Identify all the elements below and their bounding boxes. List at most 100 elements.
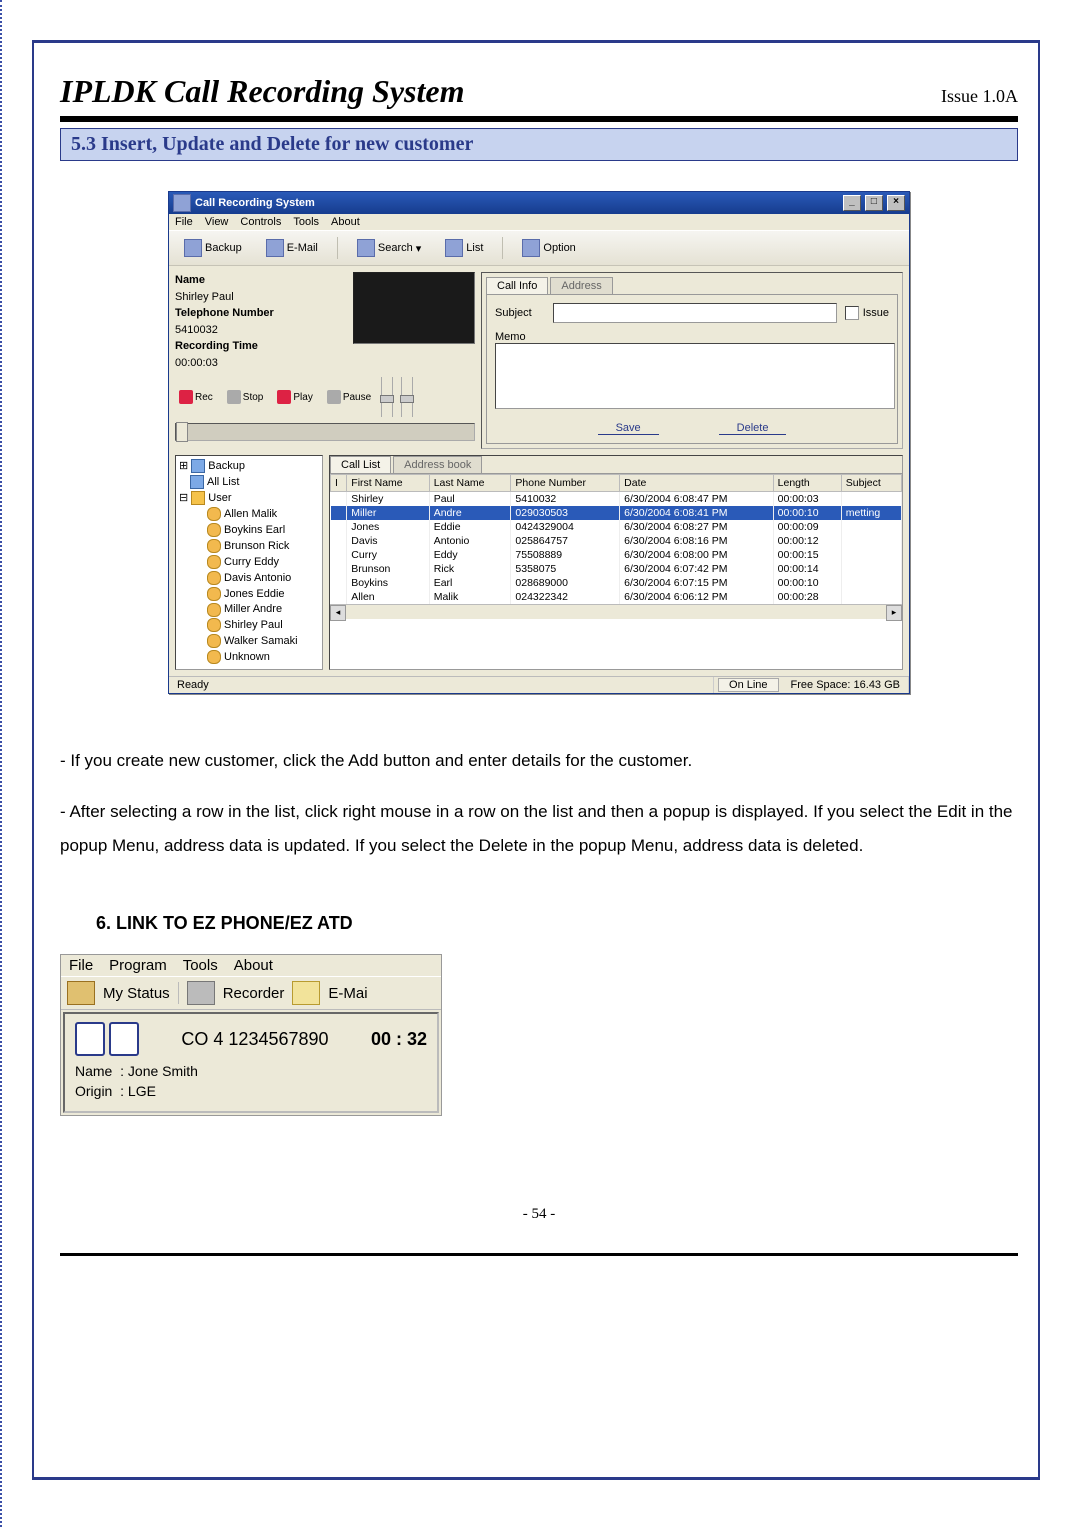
table-cell	[841, 562, 901, 576]
crs-window: Call Recording System _ □ × File View Co…	[168, 191, 910, 694]
col-indicator[interactable]: I	[331, 475, 347, 492]
tree-item[interactable]: Shirley Paul	[224, 619, 283, 631]
toolbar-email[interactable]: E-Mail	[257, 235, 327, 261]
close-button[interactable]: ×	[887, 195, 905, 211]
tree-item[interactable]: Unknown	[224, 651, 270, 663]
col-length[interactable]: Length	[773, 475, 841, 492]
table-cell: Davis	[347, 534, 429, 548]
tab-address-book[interactable]: Address book	[393, 456, 482, 473]
equalizer[interactable]	[381, 377, 413, 417]
table-cell	[331, 506, 347, 520]
subject-input[interactable]	[553, 303, 837, 323]
tree-item[interactable]: Davis Antonio	[224, 572, 291, 584]
tab-call-info[interactable]: Call Info	[486, 277, 548, 294]
call-panel: CO 4 1234567890 00 : 32 Name : Jone Smit…	[63, 1012, 439, 1113]
tree-user[interactable]: User	[208, 492, 231, 504]
rec-label: Rec	[195, 392, 213, 403]
toolbar-email[interactable]: E-Mai	[328, 985, 367, 1002]
col-phone[interactable]: Phone Number	[511, 475, 620, 492]
minimize-button[interactable]: _	[843, 195, 861, 211]
menu-program[interactable]: Program	[109, 957, 167, 974]
tree-item[interactable]: Jones Eddie	[224, 588, 285, 600]
body-paragraph-2: - After selecting a row in the list, cli…	[60, 795, 1018, 863]
list-icon	[445, 239, 463, 257]
table-cell	[331, 590, 347, 604]
table-cell: metting	[841, 506, 901, 520]
play-button[interactable]: Play	[273, 388, 316, 406]
col-first-name[interactable]: First Name	[347, 475, 429, 492]
tree-item[interactable]: Walker Samaki	[224, 635, 298, 647]
table-header-row: I First Name Last Name Phone Number Date…	[331, 475, 902, 492]
stop-button[interactable]: Stop	[223, 388, 268, 406]
player-rectime-value: 00:00:03	[175, 355, 347, 372]
col-date[interactable]: Date	[620, 475, 773, 492]
memo-input[interactable]	[495, 343, 895, 409]
table-row[interactable]: BoykinsEarl0286890006/30/2004 6:07:15 PM…	[331, 576, 902, 590]
table-row[interactable]: DavisAntonio0258647576/30/2004 6:08:16 P…	[331, 534, 902, 548]
table-cell: 00:00:15	[773, 548, 841, 562]
pause-button[interactable]: Pause	[323, 388, 375, 406]
tree-item[interactable]: Allen Malik	[224, 508, 277, 520]
horizontal-scrollbar[interactable]: ◂ ▸	[330, 604, 902, 619]
toolbar-list[interactable]: List	[436, 235, 492, 261]
search-icon	[357, 239, 375, 257]
scroll-right-icon[interactable]: ▸	[886, 605, 902, 621]
tree-item[interactable]: Miller Andre	[224, 603, 282, 615]
tree-backup[interactable]: Backup	[208, 460, 245, 472]
save-button[interactable]: Save	[598, 422, 659, 435]
menu-controls[interactable]: Controls	[240, 216, 281, 228]
menu-file[interactable]: File	[69, 957, 93, 974]
table-row[interactable]: MillerAndre0290305036/30/2004 6:08:41 PM…	[331, 506, 902, 520]
menu-file[interactable]: File	[175, 216, 193, 228]
tree-item[interactable]: Brunson Rick	[224, 540, 289, 552]
tree-item[interactable]: Curry Eddy	[224, 556, 279, 568]
toolbar-mystatus[interactable]: My Status	[103, 985, 170, 1002]
toolbar-separator	[337, 237, 338, 259]
player-seek-slider[interactable]	[175, 423, 475, 441]
table-cell: 6/30/2004 6:07:42 PM	[620, 562, 773, 576]
toolbar-backup[interactable]: Backup	[175, 235, 251, 261]
tree-all-list[interactable]: All List	[207, 476, 239, 488]
table-row[interactable]: BrunsonRick53580756/30/2004 6:07:42 PM00…	[331, 562, 902, 576]
col-subject[interactable]: Subject	[841, 475, 901, 492]
scroll-left-icon[interactable]: ◂	[330, 605, 346, 621]
menu-view[interactable]: View	[205, 216, 229, 228]
table-cell: 00:00:14	[773, 562, 841, 576]
table-cell	[331, 562, 347, 576]
menu-tools[interactable]: Tools	[293, 216, 319, 228]
tab-address[interactable]: Address	[550, 277, 612, 294]
toolbar-recorder[interactable]: Recorder	[223, 985, 285, 1002]
status-online[interactable]: On Line	[718, 678, 779, 692]
person-icon	[207, 571, 221, 585]
call-list-table: I First Name Last Name Phone Number Date…	[330, 474, 902, 604]
table-cell: Shirley	[347, 492, 429, 507]
rec-button[interactable]: Rec	[175, 388, 217, 406]
table-cell: 025864757	[511, 534, 620, 548]
table-row[interactable]: ShirleyPaul54100326/30/2004 6:08:47 PM00…	[331, 492, 902, 507]
table-cell: 00:00:12	[773, 534, 841, 548]
table-cell: Eddie	[429, 520, 511, 534]
toolbar-search[interactable]: Search ▾	[348, 235, 430, 261]
tree-item[interactable]: Boykins Earl	[224, 524, 285, 536]
table-cell: Malik	[429, 590, 511, 604]
crs-titlebar[interactable]: Call Recording System _ □ ×	[169, 192, 909, 214]
tab-call-list[interactable]: Call List	[330, 456, 391, 473]
table-cell: 6/30/2004 6:08:47 PM	[620, 492, 773, 507]
menu-tools[interactable]: Tools	[183, 957, 218, 974]
table-row[interactable]: JonesEddie04243290046/30/2004 6:08:27 PM…	[331, 520, 902, 534]
toolbar-option[interactable]: Option	[513, 235, 584, 261]
issue-checkbox[interactable]: Issue	[845, 306, 889, 320]
player-rectime-label: Recording Time	[175, 340, 258, 352]
col-last-name[interactable]: Last Name	[429, 475, 511, 492]
table-row[interactable]: CurryEddy755088896/30/2004 6:08:00 PM00:…	[331, 548, 902, 562]
delete-button[interactable]: Delete	[719, 422, 787, 435]
tree-view[interactable]: ⊞ Backup All List ⊟ User Allen Malik Boy…	[175, 455, 323, 670]
table-cell	[331, 492, 347, 507]
maximize-button[interactable]: □	[865, 195, 883, 211]
doc-issue: Issue 1.0A	[941, 86, 1018, 107]
table-row[interactable]: AllenMalik0243223426/30/2004 6:06:12 PM0…	[331, 590, 902, 604]
table-cell	[331, 576, 347, 590]
menu-about[interactable]: About	[331, 216, 360, 228]
menu-about[interactable]: About	[234, 957, 273, 974]
slider-thumb[interactable]	[176, 422, 188, 442]
